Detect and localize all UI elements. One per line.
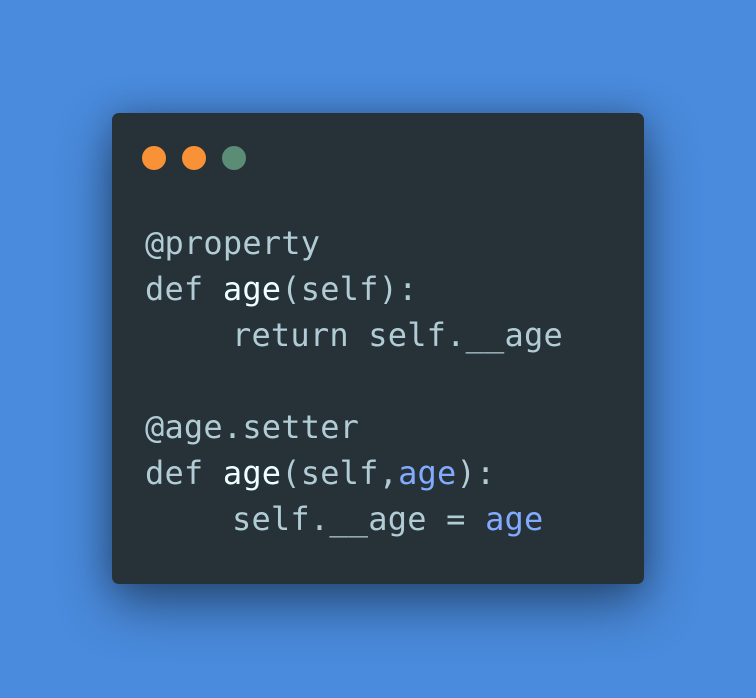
- assignment-target: self.__age: [232, 500, 427, 538]
- code-block: @property def age(self): return self.__age…: [145, 220, 563, 542]
- code-line-5: @age.setter: [145, 404, 563, 450]
- function-name: age: [222, 270, 282, 308]
- close-paren-colon: ):: [378, 270, 418, 308]
- open-paren: (: [281, 270, 301, 308]
- assignment-operator: =: [446, 500, 466, 538]
- code-line-6: def age(self,age):: [145, 450, 563, 496]
- close-paren-colon: ):: [456, 454, 496, 492]
- return-expression: self.__age: [368, 316, 563, 354]
- keyword-def: def: [145, 270, 204, 308]
- comma: ,: [378, 454, 399, 492]
- window-controls: [142, 146, 246, 170]
- keyword-return: return: [232, 316, 349, 354]
- code-line-2: def age(self):: [145, 266, 563, 312]
- argument-self: self: [300, 454, 379, 492]
- background: @property def age(self): return self.__age…: [0, 0, 756, 698]
- decorator: @age.setter: [145, 408, 360, 446]
- close-dot-icon[interactable]: [142, 146, 166, 170]
- code-line-1: @property: [145, 220, 563, 266]
- decorator: @property: [145, 224, 321, 262]
- code-line-4-blank: [145, 358, 563, 404]
- minimize-dot-icon[interactable]: [182, 146, 206, 170]
- maximize-dot-icon[interactable]: [222, 146, 246, 170]
- argument-self: self: [300, 270, 379, 308]
- argument-age: age: [398, 454, 457, 492]
- keyword-def: def: [145, 454, 204, 492]
- function-name: age: [222, 454, 282, 492]
- code-line-3: return self.__age: [145, 312, 563, 358]
- assignment-value: age: [485, 500, 544, 538]
- code-window: @property def age(self): return self.__age…: [112, 113, 644, 584]
- code-line-7: self.__age = age: [145, 496, 563, 542]
- open-paren: (: [281, 454, 301, 492]
